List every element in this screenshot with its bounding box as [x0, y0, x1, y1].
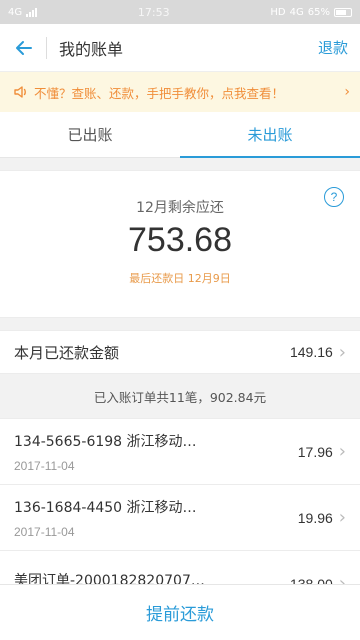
order-date: 2017-11-04	[14, 524, 75, 539]
paid-this-month-row[interactable]: 本月已还款金额 149.16 ›	[0, 330, 360, 374]
battery-percent: 65%	[307, 6, 330, 18]
chevron-right-icon: ›	[344, 84, 350, 100]
order-main: 136-1684-4450 浙江移动… 2017-11-04	[14, 497, 298, 539]
repay-early-button[interactable]: 提前还款	[146, 600, 214, 625]
speaker-icon	[14, 86, 26, 98]
order-title: 136-1684-4450 浙江移动…	[14, 499, 197, 516]
order-amount: 19.96	[297, 509, 333, 526]
back-arrow-icon[interactable]	[12, 36, 36, 60]
network-type: 4G	[8, 6, 23, 18]
status-left: 4G	[8, 6, 38, 18]
status-bar: 4G 17:53 HD 4G 65%	[0, 0, 360, 24]
list-item[interactable]: 136-1684-4450 浙江移动… 2017-11-04 19.96 ›	[0, 485, 360, 551]
balance-amount: 753.68	[128, 221, 232, 259]
repay-bar: 提前还款	[0, 584, 360, 640]
tab-billed[interactable]: 已出账	[0, 112, 180, 157]
chevron-right-icon: ›	[338, 441, 346, 462]
order-title: 134-5665-6198 浙江移动…	[14, 433, 197, 450]
help-icon[interactable]: ?	[324, 187, 344, 207]
chevron-right-icon: ›	[338, 507, 346, 528]
paid-value: 149.16	[289, 344, 333, 360]
app-header: 我的账单 退款	[0, 24, 360, 72]
due-date: 最后还款日 12月9日	[129, 272, 231, 285]
network-type-right: 4G	[289, 6, 304, 18]
paid-label: 本月已还款金额	[14, 343, 120, 362]
chevron-right-icon: ›	[338, 341, 346, 363]
refund-link[interactable]: 退款	[318, 37, 348, 58]
order-amount: 17.96	[297, 443, 333, 460]
tab-unbilled[interactable]: 未出账	[180, 112, 360, 158]
balance-summary-card: ? 12月剩余应还 753.68 最后还款日 12月9日	[0, 170, 360, 318]
order-main: 134-5665-6198 浙江移动… 2017-11-04	[14, 431, 298, 473]
battery-icon	[333, 7, 352, 17]
status-time: 17:53	[137, 5, 170, 19]
order-date: 2017-11-04	[14, 458, 75, 473]
page-title: 我的账单	[59, 39, 124, 59]
list-item[interactable]: 134-5665-6198 浙江移动… 2017-11-04 17.96 ›	[0, 419, 360, 485]
bill-tabs: 已出账 未出账	[0, 112, 360, 158]
balance-label: 12月剩余应还	[136, 200, 224, 216]
hd-label: HD	[270, 6, 286, 18]
signal-icon	[26, 7, 38, 17]
header-divider	[46, 36, 47, 59]
notice-banner[interactable]: 不懂？查账、还款，手把手教你，点我查看！ ›	[0, 72, 360, 112]
orders-summary: 已入账订单共11笔，902.84元	[0, 374, 360, 418]
status-right: HD 4G 65%	[270, 7, 352, 18]
notice-text: 不懂？查账、还款，手把手教你，点我查看！	[34, 85, 285, 101]
